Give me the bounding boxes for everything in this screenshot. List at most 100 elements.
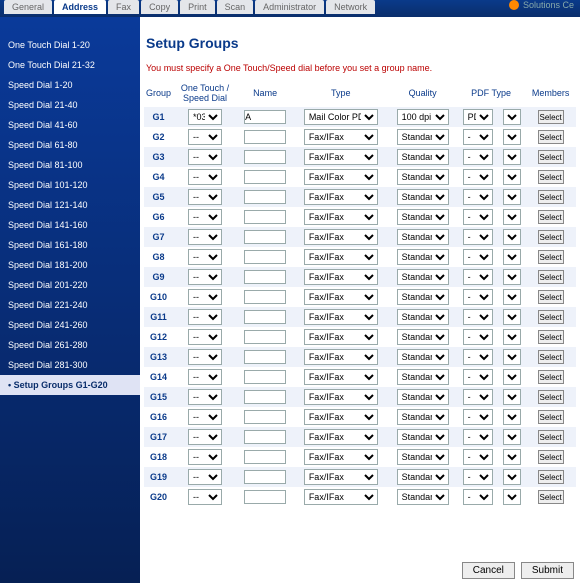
type-select[interactable]: Fax/IFax <box>304 289 378 305</box>
onetouch-select[interactable]: -- <box>188 389 222 405</box>
members-select-button[interactable]: Select <box>538 290 564 304</box>
pdftype2-select[interactable]: - <box>503 469 521 485</box>
pdftype2-select[interactable]: - <box>503 149 521 165</box>
name-input[interactable] <box>244 410 286 424</box>
type-select[interactable]: Fax/IFax <box>304 129 378 145</box>
type-select[interactable]: Fax/IFax <box>304 149 378 165</box>
name-input[interactable] <box>244 130 286 144</box>
members-select-button[interactable]: Select <box>538 390 564 404</box>
quality-select[interactable]: Standard <box>397 249 449 265</box>
pdftype-select[interactable]: - <box>463 369 493 385</box>
pdftype-select[interactable]: - <box>463 269 493 285</box>
pdftype-select[interactable]: - <box>463 189 493 205</box>
sidebar-item[interactable]: Speed Dial 81-100 <box>0 155 140 175</box>
tab-scan[interactable]: Scan <box>217 0 254 14</box>
members-select-button[interactable]: Select <box>538 490 564 504</box>
pdftype2-select[interactable]: - <box>503 289 521 305</box>
onetouch-select[interactable]: -- <box>188 289 222 305</box>
pdftype2-select[interactable]: - <box>503 329 521 345</box>
members-select-button[interactable]: Select <box>538 210 564 224</box>
onetouch-select[interactable]: -- <box>188 329 222 345</box>
pdftype-select[interactable]: - <box>463 169 493 185</box>
onetouch-select[interactable]: -- <box>188 269 222 285</box>
pdftype2-select[interactable]: - <box>503 269 521 285</box>
pdftype-select[interactable]: - <box>463 349 493 365</box>
type-select[interactable]: Fax/IFax <box>304 449 378 465</box>
pdftype2-select[interactable]: - <box>503 169 521 185</box>
type-select[interactable]: Fax/IFax <box>304 469 378 485</box>
onetouch-select[interactable]: -- <box>188 469 222 485</box>
pdftype2-select[interactable]: - <box>503 429 521 445</box>
members-select-button[interactable]: Select <box>538 450 564 464</box>
pdftype-select[interactable]: - <box>463 449 493 465</box>
type-select[interactable]: Fax/IFax <box>304 169 378 185</box>
members-select-button[interactable]: Select <box>538 330 564 344</box>
sidebar-item[interactable]: Speed Dial 101-120 <box>0 175 140 195</box>
quality-select[interactable]: Standard <box>397 309 449 325</box>
pdftype-select[interactable]: - <box>463 469 493 485</box>
name-input[interactable] <box>244 430 286 444</box>
name-input[interactable] <box>244 310 286 324</box>
type-select[interactable]: Fax/IFax <box>304 249 378 265</box>
type-select[interactable]: Fax/IFax <box>304 429 378 445</box>
quality-select[interactable]: Standard <box>397 129 449 145</box>
pdftype-select[interactable]: - <box>463 149 493 165</box>
name-input[interactable] <box>244 110 286 124</box>
quality-select[interactable]: Standard <box>397 349 449 365</box>
members-select-button[interactable]: Select <box>538 470 564 484</box>
pdftype2-select[interactable]: - <box>503 249 521 265</box>
name-input[interactable] <box>244 330 286 344</box>
pdftype-select[interactable]: - <box>463 429 493 445</box>
quality-select[interactable]: Standard <box>397 209 449 225</box>
members-select-button[interactable]: Select <box>538 130 564 144</box>
tab-administrator[interactable]: Administrator <box>255 0 324 14</box>
sidebar-item[interactable]: One Touch Dial 21-32 <box>0 55 140 75</box>
tab-general[interactable]: General <box>4 0 52 14</box>
name-input[interactable] <box>244 170 286 184</box>
sidebar-item[interactable]: Speed Dial 221-240 <box>0 295 140 315</box>
pdftype-select[interactable]: - <box>463 409 493 425</box>
pdftype2-select[interactable]: - <box>503 449 521 465</box>
type-select[interactable]: Fax/IFax <box>304 369 378 385</box>
pdftype-select[interactable]: - <box>463 229 493 245</box>
name-input[interactable] <box>244 390 286 404</box>
pdftype2-select[interactable]: - <box>503 489 521 505</box>
pdftype2-select[interactable]: - <box>503 389 521 405</box>
onetouch-select[interactable]: -- <box>188 409 222 425</box>
members-select-button[interactable]: Select <box>538 190 564 204</box>
type-select[interactable]: Fax/IFax <box>304 329 378 345</box>
tab-network[interactable]: Network <box>326 0 375 14</box>
pdftype-select[interactable]: - <box>463 289 493 305</box>
tab-address[interactable]: Address <box>54 0 106 14</box>
onetouch-select[interactable]: -- <box>188 249 222 265</box>
type-select[interactable]: Fax/IFax <box>304 409 378 425</box>
onetouch-select[interactable]: -- <box>188 369 222 385</box>
members-select-button[interactable]: Select <box>538 410 564 424</box>
members-select-button[interactable]: Select <box>538 310 564 324</box>
onetouch-select[interactable]: -- <box>188 429 222 445</box>
members-select-button[interactable]: Select <box>538 150 564 164</box>
pdftype2-select[interactable]: - <box>503 309 521 325</box>
sidebar-item[interactable]: Speed Dial 141-160 <box>0 215 140 235</box>
onetouch-select[interactable]: -- <box>188 449 222 465</box>
onetouch-select[interactable]: -- <box>188 209 222 225</box>
pdftype-select[interactable]: - <box>463 309 493 325</box>
quality-select[interactable]: Standard <box>397 269 449 285</box>
sidebar-item[interactable]: Speed Dial 161-180 <box>0 235 140 255</box>
sidebar-item[interactable]: Speed Dial 241-260 <box>0 315 140 335</box>
cancel-button[interactable]: Cancel <box>462 562 515 579</box>
onetouch-select[interactable]: -- <box>188 149 222 165</box>
name-input[interactable] <box>244 230 286 244</box>
name-input[interactable] <box>244 470 286 484</box>
type-select[interactable]: Fax/IFax <box>304 489 378 505</box>
quality-select[interactable]: Standard <box>397 389 449 405</box>
name-input[interactable] <box>244 370 286 384</box>
tab-print[interactable]: Print <box>180 0 215 14</box>
pdftype2-select[interactable]: - <box>503 409 521 425</box>
sidebar-item[interactable]: Speed Dial 121-140 <box>0 195 140 215</box>
quality-select[interactable]: Standard <box>397 169 449 185</box>
quality-select[interactable]: Standard <box>397 229 449 245</box>
pdftype-select[interactable]: - <box>463 389 493 405</box>
quality-select[interactable]: Standard <box>397 369 449 385</box>
name-input[interactable] <box>244 250 286 264</box>
